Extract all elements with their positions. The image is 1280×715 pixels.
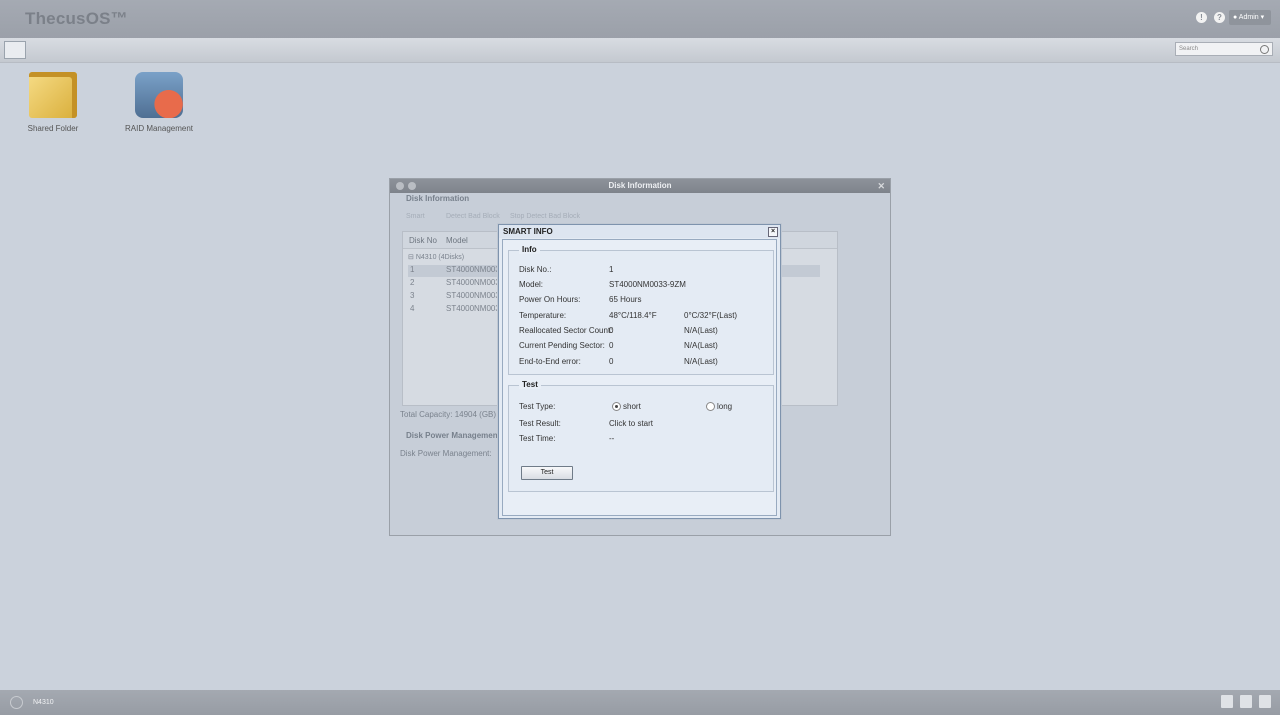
row-model: ST4000NM0033	[446, 265, 505, 274]
info-value: ST4000NM0033-9ZM	[609, 280, 686, 289]
row-disk-no: 2	[410, 278, 415, 287]
user-icon: ●	[1233, 14, 1238, 21]
toolbar: Search	[0, 38, 1280, 63]
info-label: Current Pending Sector:	[519, 341, 605, 350]
info-last-value: 0°C/32°F(Last)	[684, 311, 738, 320]
info-label: Temperature:	[519, 311, 567, 320]
desktop-icon-label: RAID Management	[124, 124, 194, 133]
dialog-titlebar[interactable]: SMART INFO ×	[499, 225, 780, 238]
section-title-disk: Disk Information	[406, 194, 470, 203]
test-time-label: Test Time:	[519, 434, 556, 443]
user-menu-button[interactable]: ● Admin ▾	[1229, 10, 1271, 25]
section-title-power: Disk Power Management	[406, 431, 501, 440]
test-result-label: Test Result:	[519, 419, 561, 428]
radio-long-label[interactable]: long	[717, 402, 732, 411]
info-icon[interactable]: !	[1196, 12, 1207, 23]
info-fieldset: Info Disk No.: 1 Model: ST4000NM0033-9ZM…	[508, 245, 774, 375]
info-value: 0	[609, 357, 614, 366]
radio-long[interactable]	[706, 402, 715, 411]
info-last-value: N/A(Last)	[684, 341, 718, 350]
storage-icon[interactable]	[1221, 695, 1233, 708]
info-value: 65 Hours	[609, 295, 642, 304]
info-label: Disk No.:	[519, 265, 552, 274]
info-value: 0	[609, 326, 614, 335]
info-label: Reallocated Sector Count:	[519, 326, 613, 335]
test-result-value: Click to start	[609, 419, 654, 428]
maximize-icon[interactable]	[408, 182, 416, 190]
test-legend: Test	[519, 380, 541, 389]
dialog-body: Info Disk No.: 1 Model: ST4000NM0033-9ZM…	[502, 239, 777, 516]
group-row[interactable]: ⊟ N4310 (4Disks)	[408, 253, 464, 261]
minimize-icon[interactable]	[396, 182, 404, 190]
chevron-down-icon: ▾	[1260, 14, 1265, 21]
radio-short-label[interactable]: short	[623, 402, 641, 411]
desktop-icon-label: Shared Folder	[27, 124, 79, 133]
search-input[interactable]: Search	[1175, 42, 1273, 56]
info-label: Model:	[519, 280, 544, 289]
folder-icon	[29, 72, 77, 118]
info-last-value: N/A(Last)	[684, 326, 718, 335]
info-value: 0	[609, 341, 614, 350]
column-header-disk-no[interactable]: Disk No	[409, 236, 437, 245]
radio-short[interactable]	[612, 402, 621, 411]
row-disk-no: 1	[410, 265, 415, 274]
device-name: N4310	[33, 699, 54, 706]
info-label: Power On Hours:	[519, 295, 581, 304]
toolbar-smart-button[interactable]: Smart	[406, 213, 425, 220]
info-value: 48°C/118.4°F	[609, 311, 657, 320]
taskbar: N4310	[0, 690, 1280, 715]
network-icon[interactable]	[1259, 695, 1271, 708]
window-titlebar[interactable]: Disk Information ✕	[390, 179, 890, 193]
test-fieldset: Test Test Type: short long Test Result: …	[508, 380, 774, 492]
total-capacity: Total Capacity: 14904 (GB)	[400, 410, 497, 419]
test-type-label: Test Type:	[519, 402, 556, 411]
close-icon[interactable]: ×	[768, 227, 778, 237]
desktop-switch-icon[interactable]	[4, 41, 26, 59]
desktop-icon-raid-management[interactable]: RAID Management	[119, 72, 199, 133]
search-icon[interactable]	[1260, 45, 1269, 54]
raid-icon	[135, 72, 183, 118]
top-bar: ThecusOS™ ! ? ● Admin ▾	[0, 0, 1280, 38]
test-button[interactable]: Test	[521, 466, 573, 480]
close-icon[interactable]: ✕	[877, 179, 885, 193]
brand-logo: ThecusOS™	[25, 9, 128, 28]
row-model: ST4000NM0033	[446, 304, 505, 313]
search-placeholder: Search	[1179, 46, 1199, 52]
info-value: 1	[609, 265, 614, 274]
info-label: End-to-End error:	[519, 357, 581, 366]
desktop-icon-shared-folder[interactable]: Shared Folder	[13, 72, 93, 133]
column-header-model[interactable]: Model	[446, 236, 468, 245]
toolbar-stop-detect-button[interactable]: Stop Detect Bad Block	[510, 213, 580, 220]
help-icon[interactable]: ?	[1214, 12, 1225, 23]
row-model: ST4000NM0033	[446, 291, 505, 300]
dialog-title: SMART INFO	[503, 227, 553, 236]
test-time-value: --	[609, 434, 615, 443]
group-label: N4310 (4Disks)	[415, 254, 465, 261]
power-management-label: Disk Power Management:	[400, 449, 492, 458]
row-model: ST4000NM0033	[446, 278, 505, 287]
row-disk-no: 3	[410, 291, 415, 300]
window-title: Disk Information	[608, 181, 672, 190]
collapse-icon[interactable]: ⊟	[408, 254, 414, 261]
power-icon[interactable]	[10, 696, 23, 709]
smart-info-dialog: SMART INFO × Info Disk No.: 1 Model: ST4…	[498, 224, 781, 519]
row-disk-no: 4	[410, 304, 415, 313]
info-legend: Info	[519, 245, 540, 254]
user-label: Admin	[1238, 14, 1259, 21]
disk-icon[interactable]	[1240, 695, 1252, 708]
toolbar-detect-bad-block-button[interactable]: Detect Bad Block	[446, 213, 500, 220]
info-last-value: N/A(Last)	[684, 357, 718, 366]
